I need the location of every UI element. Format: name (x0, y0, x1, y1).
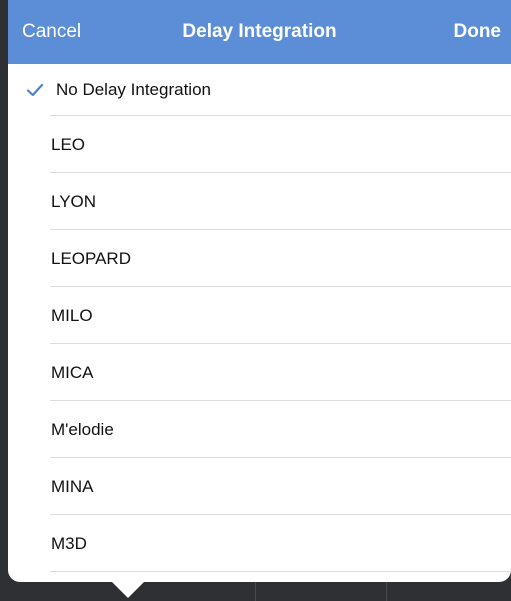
list-item-label: M'elodie (51, 419, 114, 439)
page-title: Delay Integration (182, 21, 337, 42)
cancel-button[interactable]: Cancel (22, 21, 81, 43)
list-item-m3d[interactable]: M3D (8, 515, 511, 572)
list-item-milo[interactable]: MILO (8, 287, 511, 344)
list-item-no-delay-integration[interactable]: No Delay Integration (8, 64, 511, 116)
list-item-mina[interactable]: MINA (8, 458, 511, 515)
list-item-label: MINA (51, 476, 94, 496)
list-item-label: MILO (51, 305, 93, 325)
list-item-melodie[interactable]: M'elodie (8, 401, 511, 458)
list-item-mica[interactable]: MICA (8, 344, 511, 401)
navigation-bar: Cancel Delay Integration Done (8, 0, 511, 64)
delay-integration-list: No Delay Integration LEO LYON LEOPARD MI… (8, 64, 511, 572)
list-item-label: MICA (51, 362, 94, 382)
delay-integration-popover: Cancel Delay Integration Done No Delay I… (8, 0, 511, 582)
list-item-lyon[interactable]: LYON (8, 173, 511, 230)
list-item-label: LEOPARD (51, 248, 131, 268)
list-item-label: No Delay Integration (56, 80, 211, 99)
popover-arrow (110, 580, 146, 598)
done-button[interactable]: Done (454, 21, 502, 43)
list-item-leopard[interactable]: LEOPARD (8, 230, 511, 287)
list-item-label: LYON (51, 191, 97, 211)
list-item-label: M3D (51, 533, 87, 553)
list-item-label: LEO (51, 134, 86, 154)
checkmark-icon (26, 83, 44, 97)
list-item-leo[interactable]: LEO (8, 116, 511, 173)
